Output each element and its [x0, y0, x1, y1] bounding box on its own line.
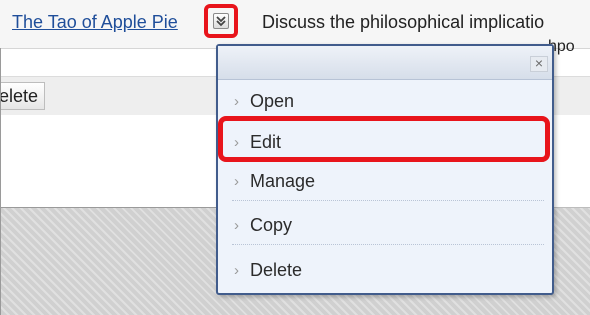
chevron-right-icon: › [234, 172, 239, 190]
menu-item-manage[interactable]: › Manage [226, 161, 548, 201]
menu-item-label: Manage [250, 170, 316, 191]
menu-item-delete[interactable]: › Delete [226, 250, 548, 290]
edit-item-highlight [218, 116, 550, 162]
menu-item-label: Copy [250, 214, 293, 235]
context-menu: × › Open › Edit › Manage › Copy › Delete [216, 44, 554, 295]
menu-trigger-highlight [204, 4, 238, 38]
menu-item-copy[interactable]: › Copy [226, 205, 548, 245]
menu-item-label: Open [250, 90, 295, 111]
item-title-link[interactable]: The Tao of Apple Pie [12, 12, 178, 33]
menu-item-open[interactable]: › Open [226, 81, 548, 121]
divider [0, 207, 216, 208]
menu-item-label: Delete [250, 259, 303, 280]
panel-border [0, 48, 9, 315]
context-menu-button[interactable] [213, 13, 229, 29]
chevron-right-icon: › [234, 261, 239, 279]
content-item-row: The Tao of Apple Pie Discuss the philoso… [0, 0, 590, 49]
chevron-right-icon: › [234, 216, 239, 234]
double-chevron-down-icon [216, 16, 226, 27]
close-icon[interactable]: × [530, 56, 548, 72]
content-list-frame: The Tao of Apple Pie Discuss the philoso… [0, 0, 590, 315]
context-menu-header: × [218, 46, 552, 80]
item-description: Discuss the philosophical implicatio [262, 12, 545, 32]
chevron-right-icon: › [234, 92, 239, 110]
